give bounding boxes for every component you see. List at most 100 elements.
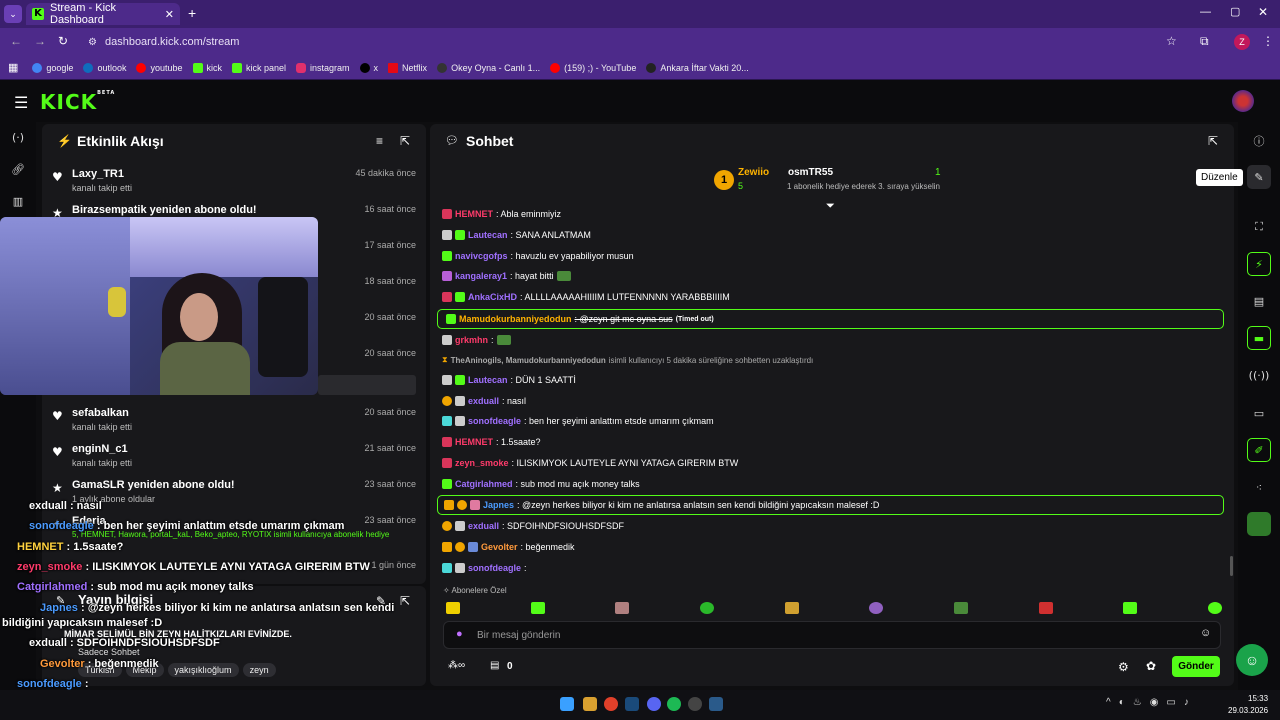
chat-username[interactable]: HEMNET (455, 437, 493, 447)
link-icon[interactable]: 🔗︎ (6, 157, 30, 181)
close-window-icon[interactable]: ✕ (1258, 5, 1268, 19)
emote-icon (496, 335, 511, 345)
channel-points-icon[interactable]: ⁂∞ (448, 660, 465, 671)
files-icon[interactable] (583, 697, 597, 711)
close-tab-icon[interactable]: ✕ (165, 8, 174, 21)
back-icon[interactable]: ← (10, 34, 22, 48)
emote-icon[interactable] (530, 602, 545, 614)
new-tab-icon[interactable]: + (188, 5, 196, 21)
browser-tab[interactable]: K Stream - Kick Dashboard ✕ (26, 2, 180, 26)
chrome-icon[interactable] (604, 697, 618, 711)
chat-username[interactable]: Mamudokurbanniyedodun (459, 314, 572, 324)
bookmark-netflix[interactable]: Netflix (388, 62, 427, 73)
wrench-icon[interactable]: ✐ (1247, 438, 1271, 462)
filter-icon[interactable]: ≡ (376, 134, 383, 148)
bookmark-google[interactable]: google (32, 62, 73, 73)
sub-badge-icon (446, 314, 456, 324)
site-info-icon[interactable]: ⚙ (88, 37, 97, 48)
document-icon[interactable]: ▤ (1247, 289, 1271, 313)
chat-message: sonofdeagle: (442, 561, 527, 575)
sub-badge-icon (455, 416, 465, 426)
apps-grid-icon[interactable]: ▦ (8, 61, 18, 74)
chat-username[interactable]: navivcgofps (455, 251, 508, 261)
chat-username[interactable]: AnkaCixHD (468, 292, 517, 302)
emote-icon[interactable] (1123, 602, 1138, 614)
tab-list-icon[interactable]: ⌄ (4, 5, 22, 23)
user-avatar[interactable] (1232, 90, 1254, 112)
bolt-icon[interactable]: ⚡ (1247, 252, 1271, 276)
chat-username[interactable]: Catgirlahmed (455, 479, 513, 489)
bookmark-outlook[interactable]: outlook (83, 62, 126, 73)
send-button[interactable]: Gönder (1172, 656, 1220, 677)
chat-icon[interactable]: ▬ (1247, 326, 1271, 350)
screen-icon[interactable]: ⛶ (1247, 215, 1271, 239)
chat-input[interactable]: ● Bir mesaj gönderin ☺ (443, 621, 1221, 649)
chat-username[interactable]: exduall (468, 521, 499, 531)
printer-icon[interactable]: ▭ (1247, 401, 1271, 425)
emote-picker-icon[interactable]: ✿ (1146, 659, 1156, 673)
emote-icon[interactable] (784, 602, 799, 614)
emote-icon[interactable] (699, 602, 714, 614)
kick-logo[interactable]: KICKBETA (40, 90, 115, 114)
emote-icon[interactable] (869, 602, 884, 614)
spotify-icon[interactable] (667, 697, 681, 711)
bookmark-ankara[interactable]: Ankara İftar Vakti 20... (646, 62, 749, 73)
extensions-icon[interactable]: ⧉ (1200, 34, 1209, 49)
emote-icon[interactable] (446, 602, 460, 614)
chat-username[interactable]: HEMNET (455, 209, 493, 219)
chat-scrollbar[interactable] (1230, 556, 1233, 576)
chat-username[interactable]: sonofdeagle (468, 563, 521, 573)
steam-icon[interactable] (625, 697, 639, 711)
emote-icon[interactable] (615, 602, 630, 614)
reload-icon[interactable]: ↻ (58, 34, 68, 48)
emoji-icon[interactable]: ☺ (1200, 627, 1211, 639)
forward-icon[interactable]: → (34, 34, 46, 48)
kick-app-icon[interactable] (1247, 512, 1271, 536)
chat-username[interactable]: kangaleray1 (455, 271, 507, 281)
bookmark-kick[interactable]: kick (192, 62, 222, 73)
chat-username[interactable]: exduall (468, 396, 499, 406)
bookmark-instagram[interactable]: instagram (296, 62, 350, 73)
analytics-icon[interactable]: ▥ (6, 189, 30, 213)
steam2-icon[interactable] (709, 697, 723, 711)
profile-avatar[interactable]: Z (1234, 34, 1250, 50)
chat-username[interactable]: Japnes (483, 500, 514, 510)
share-icon[interactable]: ⁖ (1247, 475, 1271, 499)
chat-settings-icon[interactable]: ⚙ (1118, 660, 1129, 674)
gift-box-icon[interactable]: ▤ (490, 660, 499, 671)
mic-icon[interactable]: ● (456, 628, 463, 640)
broadcast-icon[interactable]: ((·)) (1247, 363, 1271, 387)
chat-username[interactable]: sonofdeagle (468, 416, 521, 426)
hamburger-icon[interactable]: ☰ (14, 93, 28, 113)
bookmark-star-icon[interactable]: ☆ (1166, 34, 1177, 48)
bookmark-kick-panel[interactable]: kick panel (232, 62, 286, 73)
obs-icon[interactable] (688, 697, 702, 711)
restore-icon[interactable]: ▢ (1230, 5, 1240, 18)
menu-icon[interactable]: ⋮ (1262, 34, 1274, 48)
popout-icon[interactable]: ⇱ (400, 134, 410, 148)
collapse-icon[interactable]: ⏷ (826, 200, 835, 213)
emote-icon[interactable] (1038, 602, 1053, 614)
bookmark-x[interactable]: x (359, 62, 378, 73)
url-field[interactable]: ⚙ dashboard.kick.com/stream (78, 32, 1188, 52)
chat-username[interactable]: Lautecan (468, 375, 508, 385)
start-icon[interactable] (560, 697, 574, 711)
chat-username[interactable]: Gevolter (481, 542, 518, 552)
tray-icons[interactable]: ^◐♨◉▭♪ (1106, 697, 1197, 708)
help-fab[interactable]: ☺ (1236, 644, 1268, 676)
bookmark-youtube-video[interactable]: (159) ;) - YouTube (550, 62, 636, 73)
chat-username[interactable]: Lautecan (468, 230, 508, 240)
bookmark-label: Okey Oyna - Canlı 1... (451, 62, 541, 73)
stream-icon[interactable]: (·) (6, 125, 30, 149)
emote-icon[interactable] (953, 602, 968, 614)
bookmark-youtube[interactable]: youtube (136, 62, 183, 73)
minimize-icon[interactable]: — (1200, 6, 1211, 18)
emote-icon[interactable] (1207, 602, 1222, 614)
info-icon[interactable]: ⓘ (1247, 129, 1271, 153)
bookmark-okey[interactable]: Okey Oyna - Canlı 1... (437, 62, 541, 73)
chat-username[interactable]: zeyn_smoke (455, 458, 509, 468)
edit-layout-icon[interactable]: ✎ (1247, 165, 1271, 189)
chat-username[interactable]: grkmhn (455, 335, 488, 345)
chat-popout-icon[interactable]: ⇱ (1208, 134, 1218, 148)
discord-icon[interactable] (647, 697, 661, 711)
